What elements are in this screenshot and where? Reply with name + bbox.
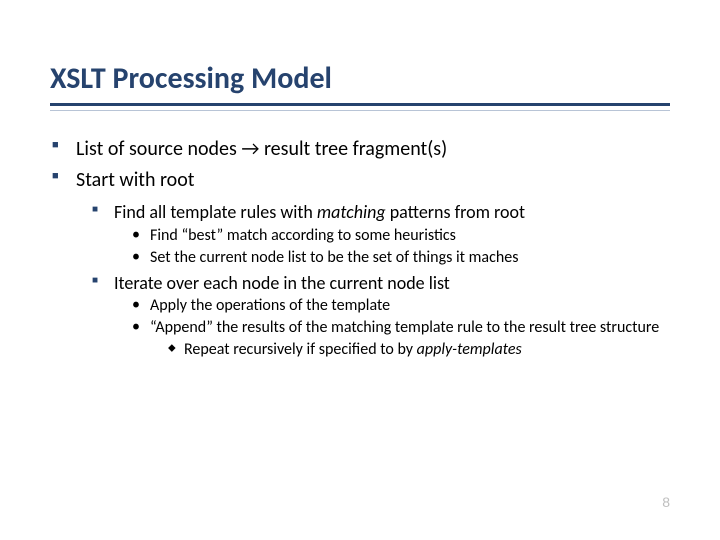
bullet-item: “Append” the results of the matching tem… xyxy=(128,318,670,361)
bullet-text: Find “best” match according to some heur… xyxy=(150,226,456,245)
bullet-text: Set the current node list to be the set … xyxy=(150,248,518,267)
bullet-item: Apply the operations of the template xyxy=(128,296,670,316)
bullet-text-italic: apply-templates xyxy=(417,340,522,359)
bullet-text: “Append” the results of the matching tem… xyxy=(150,318,659,337)
bullet-text: Repeat recursively if specified to by xyxy=(184,340,417,359)
bullet-item: List of source nodes → result tree fragm… xyxy=(50,137,670,162)
bullet-text: Start with root xyxy=(76,168,194,192)
title-underline-thin xyxy=(50,110,670,111)
bullet-list-lvl3: Apply the operations of the template “Ap… xyxy=(128,296,670,361)
bullet-text: Iterate over each node in the current no… xyxy=(114,272,450,294)
bullet-text: result tree fragment(s) xyxy=(264,137,447,161)
bullet-text: Apply the operations of the template xyxy=(150,296,390,315)
bullet-item: Start with root Find all template rules … xyxy=(50,168,670,361)
bullet-list-lvl3: Find “best” match according to some heur… xyxy=(128,226,670,268)
arrow-icon: → xyxy=(237,137,264,161)
bullet-text: Find all template rules with xyxy=(114,201,317,223)
bullet-item: Find all template rules with matching pa… xyxy=(90,201,670,268)
bullet-list-lvl2: Find all template rules with matching pa… xyxy=(90,201,670,361)
bullet-item: Find “best” match according to some heur… xyxy=(128,226,670,246)
bullet-item: Set the current node list to be the set … xyxy=(128,248,670,268)
slide-title: XSLT Processing Model xyxy=(50,60,670,97)
bullet-item: Iterate over each node in the current no… xyxy=(90,272,670,361)
bullet-text: patterns from root xyxy=(386,201,525,223)
page-number: 8 xyxy=(662,494,670,510)
title-underline xyxy=(50,103,670,106)
bullet-item: Repeat recursively if specified to by ap… xyxy=(164,340,670,361)
bullet-list-lvl4: Repeat recursively if specified to by ap… xyxy=(164,340,670,361)
bullet-text: List of source nodes xyxy=(76,137,237,161)
bullet-list: List of source nodes → result tree fragm… xyxy=(50,137,670,361)
bullet-text-italic: matching xyxy=(317,201,386,223)
